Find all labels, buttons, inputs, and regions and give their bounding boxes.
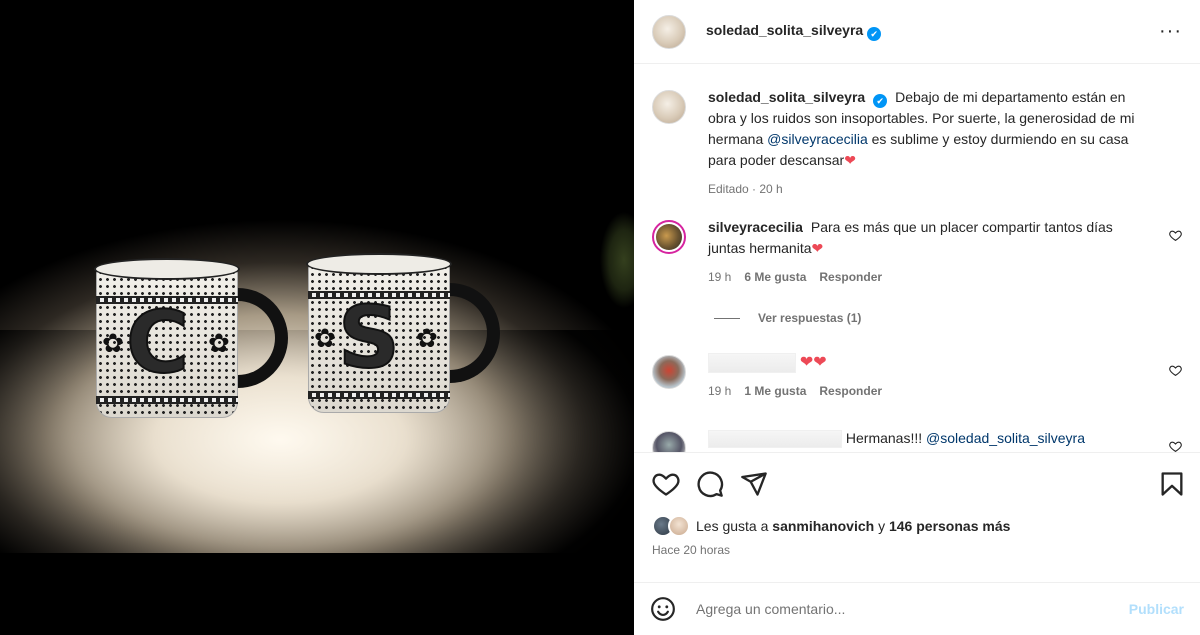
comment-time: 19 h [708, 270, 732, 284]
reply-button[interactable]: Responder [819, 267, 882, 288]
post-details-panel: soledad_solita_silveyra ✔ ··· soledad_sol… [634, 0, 1200, 635]
liker-username[interactable]: sanmihanovich [772, 518, 874, 534]
author-avatar[interactable] [652, 90, 686, 124]
heart-emoji: ❤ [811, 240, 824, 256]
post-date[interactable]: Hace 20 horas [652, 543, 730, 557]
post-photo: C ✿ ✿ S ✿ ✿ [0, 0, 634, 553]
comment-icon[interactable] [696, 470, 724, 498]
verified-icon: ✔ [873, 94, 888, 108]
verified-icon: ✔ [867, 27, 882, 41]
comment-time: 19 h [708, 384, 732, 399]
commenter-avatar[interactable] [652, 431, 686, 452]
liker-avatar [668, 515, 690, 537]
publish-button[interactable]: Publicar [1129, 601, 1184, 617]
caption: soledad_solita_silveyra ✔ Debajo de mi de… [652, 87, 1182, 200]
commenter-avatar[interactable] [652, 220, 686, 254]
view-replies-label: Ver respuestas (1) [758, 311, 862, 325]
view-replies-button[interactable]: Ver respuestas (1) [714, 311, 861, 325]
author-avatar[interactable] [652, 14, 686, 49]
like-comment-heart-icon[interactable] [1169, 229, 1182, 242]
likes-others-link[interactable]: 146 personas más [889, 518, 1010, 534]
like-comment-heart-icon[interactable] [1169, 364, 1182, 377]
caption-username[interactable]: soledad_solita_silveyra [708, 89, 865, 105]
comment-item: ❤❤ 19 h 1 Me gusta Responder [652, 352, 1182, 402]
comment-likes[interactable]: 1 Me gusta [744, 381, 806, 402]
reply-button[interactable]: Responder [819, 381, 882, 402]
post-media[interactable]: C ✿ ✿ S ✿ ✿ [0, 0, 634, 635]
mug-letter: C [125, 293, 190, 393]
author-username[interactable]: soledad_solita_silveyra [706, 22, 863, 38]
commenter-avatar[interactable] [652, 355, 686, 389]
post-header: soledad_solita_silveyra ✔ ··· [634, 0, 1200, 64]
bookmark-icon[interactable] [1158, 470, 1186, 498]
like-comment-heart-icon[interactable] [1169, 440, 1182, 453]
mention-link[interactable]: @soledad_solita_silveyra [926, 430, 1085, 446]
share-icon[interactable] [740, 470, 768, 498]
redacted-username [708, 353, 796, 374]
mention-link[interactable]: @silveyracecilia [767, 131, 868, 147]
more-icon[interactable]: ··· [1159, 20, 1182, 43]
comment-item: silveyracecilia Para es más que un place… [652, 217, 1182, 288]
emoji-icon[interactable] [650, 596, 676, 622]
heart-icon[interactable] [652, 470, 680, 498]
comment-likes[interactable]: 6 Me gusta [744, 267, 806, 288]
comment-text: ❤❤ [799, 354, 827, 371]
comments-list[interactable]: soledad_solita_silveyra ✔ Debajo de mi de… [634, 65, 1200, 453]
heart-emoji: ❤ [844, 152, 856, 168]
likes-conj: y [878, 518, 886, 534]
comment-text: Hermanas!!! [845, 430, 923, 446]
comment-item: Hermanas!!! @soledad_solita_silveyra [652, 428, 1182, 453]
mug-letter: S [337, 288, 401, 388]
action-bar [652, 464, 1186, 504]
add-comment-bar: Publicar [634, 582, 1200, 635]
comment-username[interactable]: silveyracecilia [708, 219, 803, 235]
likes-prefix: Les gusta a [696, 518, 769, 534]
comment-input[interactable] [696, 601, 1129, 617]
redacted-username [708, 430, 842, 449]
likes-summary: Les gusta a sanmihanovich y 146 personas… [652, 515, 1010, 537]
caption-meta: Editado · 20 h [708, 182, 783, 196]
